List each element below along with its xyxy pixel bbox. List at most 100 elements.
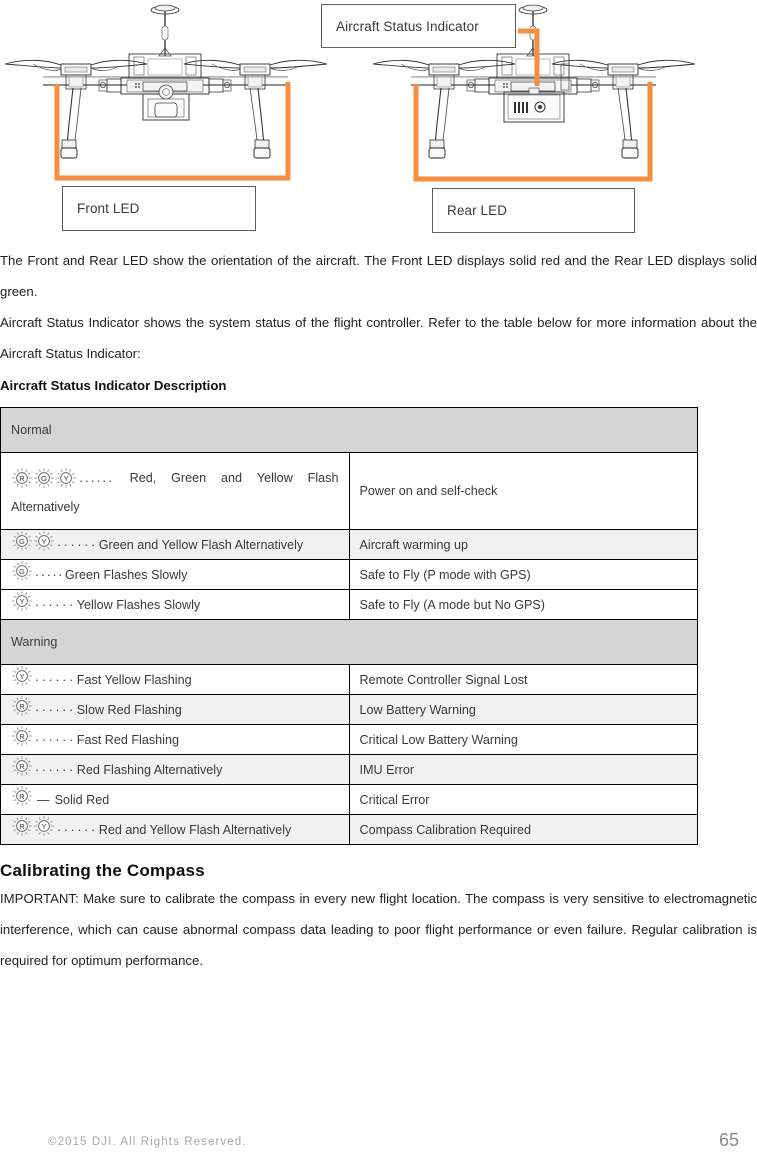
svg-text:Y: Y [41,537,46,546]
paragraph-led-orientation: The Front and Rear LED show the orientat… [0,253,757,299]
table-cell-pattern: G Y ······ Green and Yellow Flash Alternati… [0,529,350,560]
table-section-label-normal: Normal [0,407,698,453]
svg-text:Y: Y [63,474,68,483]
table-cell-description: IMU Error [348,754,698,785]
led-icon-y: Y [55,467,77,496]
table-cell-pattern: G ····· Green Flashes Slowly [0,559,350,590]
table-cell-description: Safe to Fly (P mode with GPS) [348,559,698,590]
pattern-word: Red, [129,470,157,485]
svg-text:R: R [19,792,25,801]
page-content: The Front and Rear LED show the orientat… [0,240,757,976]
flash-dots: ····· [35,567,64,582]
flash-dots: ······ [35,762,76,777]
table-row: Y ······ Yellow Flashes Slowly Safe to Fly … [0,589,698,620]
table-row: R Y ······ Red and Yellow Flash Alternative… [0,814,698,845]
led-icon-r: R [11,785,33,814]
table-cell-pattern: R ······ Red Flashing Alternatively [0,754,350,785]
led-icon-y: Y [11,665,33,694]
pattern-text: Green Flashes Slowly [64,567,188,582]
callout-status-label: Aircraft Status Indicator [336,18,479,34]
table-cell-pattern: R ······ Fast Red Flashing [0,724,350,755]
led-pattern: Y ······ Yellow Flashes Slowly [11,590,339,619]
led-icon-r: R [11,695,33,724]
pattern-word: Flash [307,470,339,485]
table-row: Y ······ Fast Yellow Flashing Remote Contro… [0,664,698,695]
led-icon-group: R G Y ······ [11,467,115,496]
pattern-text: Slow Red Flashing [76,702,182,717]
table-cell-description: Safe to Fly (A mode but No GPS) [348,589,698,620]
paragraph-compass-important: IMPORTANT: Make sure to calibrate the co… [0,891,757,968]
flash-dots: ······ [35,702,76,717]
led-icon-group: G [11,560,33,589]
copyright-text: ©2015 DJI. All Rights Reserved. [48,1136,247,1148]
aircraft-status-indicator-table: Normal R G Y ······ Red, Green and Yellow Flash Al… [0,407,698,845]
led-pattern: R ······ Slow Red Flashing [11,695,339,724]
led-icon-group: Y [11,590,33,619]
front-led-bracket [54,82,291,181]
svg-text:R: R [19,474,25,483]
led-pattern: R ······ Red Flashing Alternatively [11,755,339,784]
table-cell-pattern: R — Solid Red [0,784,350,815]
table-row: R G Y ······ Red, Green and Yellow Flash Alternat… [0,452,698,530]
svg-text:G: G [19,537,25,546]
led-icon-group: Y [11,665,33,694]
pattern-second-line: Alternatively [11,499,80,514]
table-cell-description: Aircraft warming up [348,529,698,560]
flash-dots: ······ [57,537,98,552]
led-icon-r: R [11,725,33,754]
section-title-calibrating-compass: Calibrating the Compass [0,861,205,880]
led-pattern: R Y ······ Red and Yellow Flash Alternative… [11,815,339,844]
table-cell-pattern: Y ······ Yellow Flashes Slowly [0,589,350,620]
table-cell-description: Critical Error [348,784,698,815]
pattern-text: Solid Red [54,792,110,807]
pattern-text: Yellow Flashes Slowly [76,597,201,612]
led-icon-g: G [11,530,33,559]
led-icon-group: R [11,755,33,784]
table-row: R ······ Fast Red Flashing Critical Low Bat… [0,724,698,755]
pattern-text: Fast Red Flashing [76,732,179,747]
pattern-text: Green and Yellow Flash Alternatively [98,537,304,552]
table-row: R — Solid Red Critical Error [0,784,698,815]
callout-rear-led: Rear LED [432,188,635,233]
flash-dots: ······ [35,732,76,747]
led-pattern: R — Solid Red [11,785,339,814]
table-row: R ······ Slow Red Flashing Low Battery Warn… [0,694,698,725]
flash-dots: ······ [57,822,98,837]
led-pattern: G ····· Green Flashes Slowly [11,560,339,589]
pattern-text: Red Flashing Alternatively [76,762,223,777]
svg-text:G: G [41,474,47,483]
pattern-text: Fast Yellow Flashing [76,672,192,687]
led-pattern: Y ······ Fast Yellow Flashing [11,665,339,694]
table-cell-description: Compass Calibration Required [348,814,698,845]
table-row: G ····· Green Flashes Slowly Safe to Fly (P… [0,559,698,590]
svg-text:Y: Y [19,597,24,606]
svg-text:Y: Y [41,822,46,831]
svg-text:R: R [19,762,25,771]
led-icon-group: R [11,725,33,754]
table-section-label-warning: Warning [0,619,698,665]
led-icon-y: Y [11,590,33,619]
table-section-row: Warning [0,619,698,665]
page-number: 65 [718,1130,739,1150]
callout-rear-label: Rear LED [447,203,508,218]
led-figure: Aircraft Status Indicator Front LED Rear… [0,0,757,240]
table-cell-pattern: R ······ Slow Red Flashing [0,694,350,725]
led-icon-group: RY [11,815,55,844]
callout-front-led: Front LED [62,186,256,231]
table-cell-description: Remote Controller Signal Lost [348,664,698,695]
led-icon-y: Y [33,815,55,844]
led-icon-g: G [11,560,33,589]
page-footer: ©2015 DJI. All Rights Reserved. 65 [0,1130,757,1156]
led-pattern: R ······ Fast Red Flashing [11,725,339,754]
table-cell-pattern: R G Y ······ Red, Green and Yellow Flash Alternat… [0,452,350,530]
led-icon-group: R [11,785,33,814]
flash-dots: ······ [79,474,114,488]
led-pattern: G Y ······ Green and Yellow Flash Alternati… [11,530,339,559]
led-icon-group: R [11,695,33,724]
front-view-drone [4,4,328,159]
table-body: Normal R G Y ······ Red, Green and Yellow Flash Al… [0,407,698,845]
led-icon-group: GY [11,530,55,559]
pattern-word: Green [171,470,207,485]
flash-dots: ······ [35,672,76,687]
table-row: R ······ Red Flashing Alternatively IMU Err… [0,754,698,785]
